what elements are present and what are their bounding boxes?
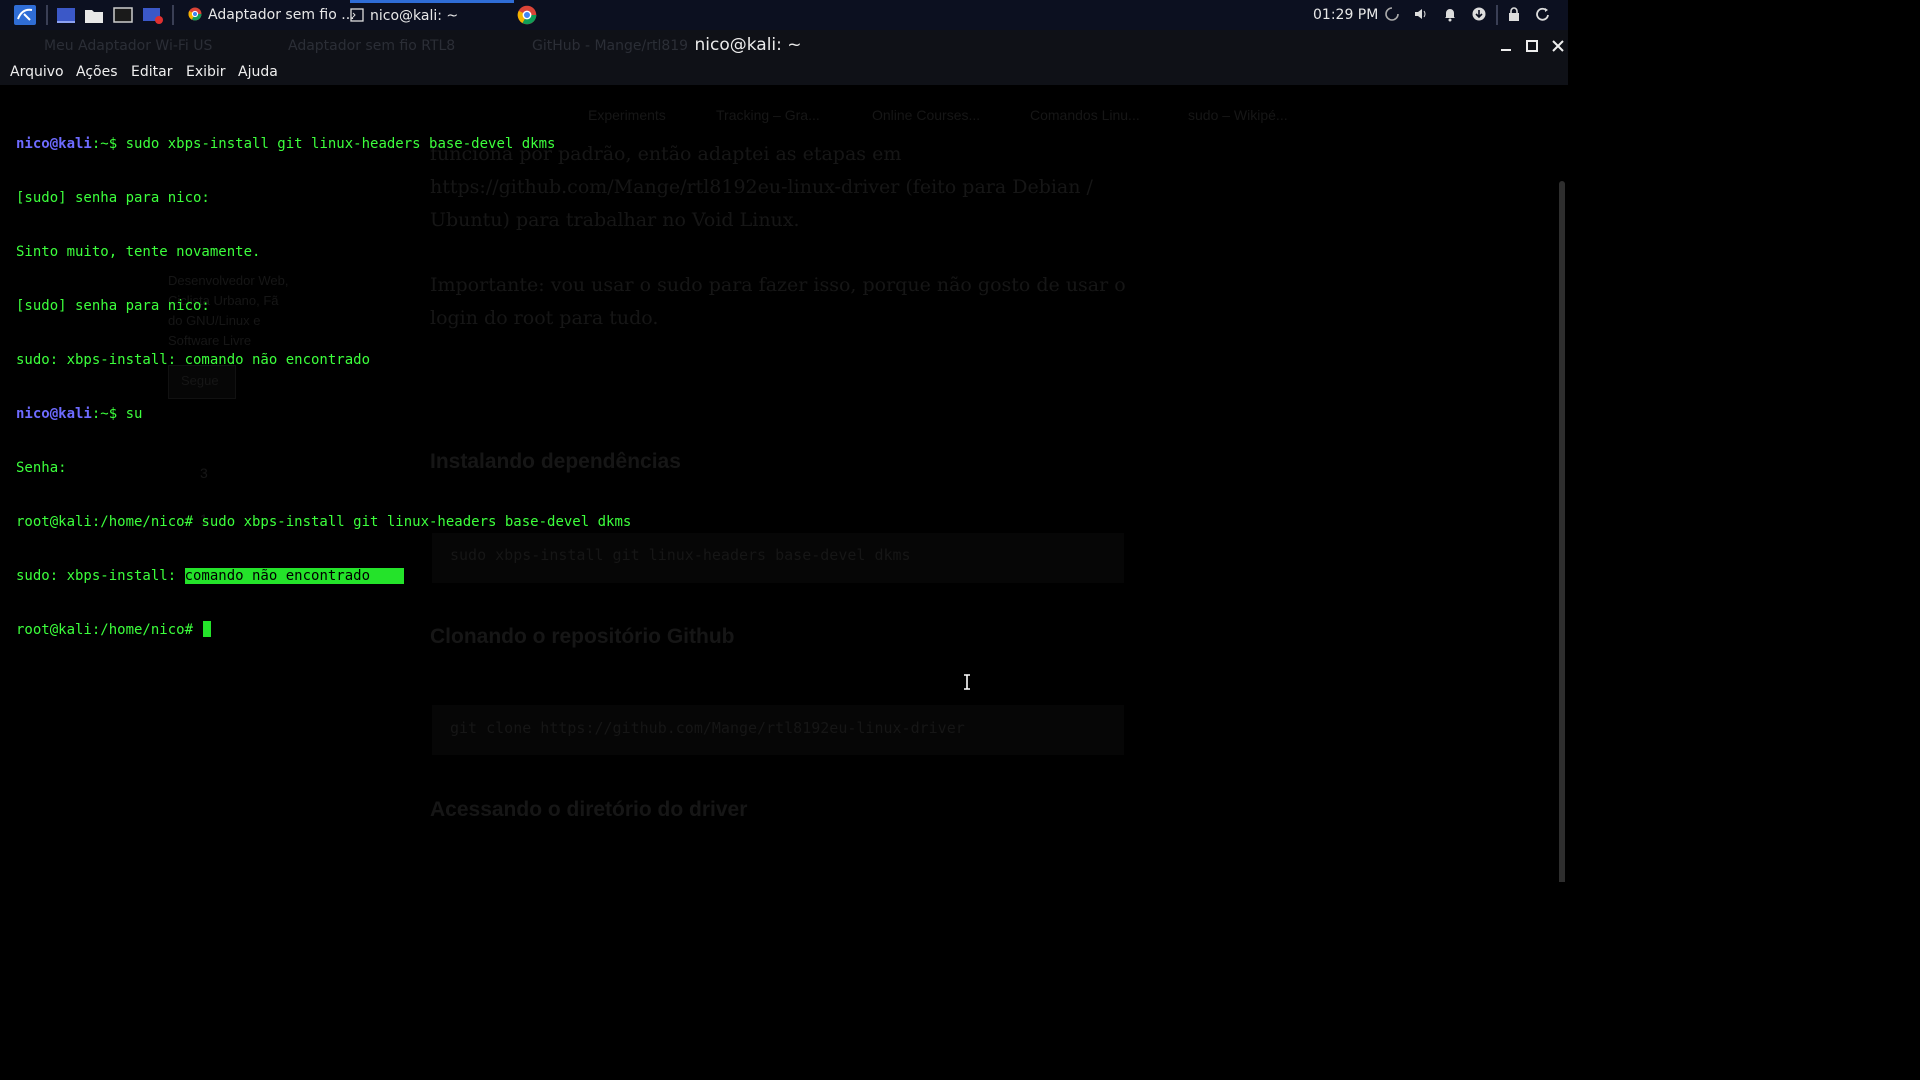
lock-icon[interactable] [1506,6,1522,22]
taskbar-task-terminal[interactable]: nico@kali: ~ [350,0,514,33]
terminal-line: root@kali:/home/nico# sudo xbps-install … [16,514,632,530]
maximize-icon[interactable] [1524,38,1540,54]
ibeam-cursor-icon [964,674,970,690]
bell-icon[interactable] [1442,6,1458,22]
terminal-line: nico@kali:~$ su [16,406,143,422]
terminal-output[interactable]: nico@kali:~$ sudo xbps-install git linux… [16,99,631,675]
clock[interactable]: 01:29 PM [1313,0,1378,30]
taskbar-separator [1496,5,1498,25]
screenshot-icon[interactable] [142,5,164,25]
chrome-icon[interactable] [517,5,537,25]
taskbar-task-label: Adaptador sem fio ... [208,7,355,23]
menubar: Arquivo Ações Editar Exibir Ajuda [0,63,1568,85]
terminal-icon [350,8,364,22]
desktop-icon[interactable] [56,5,76,25]
download-icon[interactable] [1471,6,1487,22]
taskbar-task-label: nico@kali: ~ [370,8,459,24]
terminal-line: nico@kali:~$ sudo xbps-install git linux… [16,136,556,152]
file-manager-icon[interactable] [84,5,104,25]
scrollbar[interactable] [1559,181,1565,882]
terminal-area[interactable]: Experiments Tracking – Gra... Online Cou… [0,85,1568,882]
menu-editar[interactable]: Editar [131,64,172,80]
menu-exibir[interactable]: Exibir [186,64,226,80]
code-block: git clone https://github.com/Mange/rtl81… [432,705,1124,755]
window-title: nico@kali: ~ [694,35,802,55]
bookmark: Online Courses... [872,107,981,123]
code-text: git clone https://github.com/Mange/rtl81… [450,719,965,737]
terminal-line: Senha: [16,460,67,476]
terminal-line: sudo: xbps-install: comando não encontra… [16,568,404,584]
spinner-icon [1385,7,1399,21]
terminal-line: sudo: xbps-install: comando não encontra… [16,352,371,368]
terminal-line: [sudo] senha para nico: [16,190,210,206]
text-cursor [203,621,212,637]
power-icon[interactable] [1535,6,1551,22]
selected-text[interactable]: comando não encontrado [184,568,404,584]
window-titlebar[interactable]: Meu Adaptador Wi-Fi US Adaptador sem fio… [0,30,1568,63]
kali-menu-icon[interactable] [14,5,36,25]
close-icon[interactable] [1550,38,1566,54]
menu-ajuda[interactable]: Ajuda [238,64,278,80]
minimize-icon[interactable] [1498,38,1514,54]
bookmark: Tracking – Gra... [716,107,820,123]
menu-arquivo[interactable]: Arquivo [10,64,64,80]
taskbar: Adaptador sem fio ... nico@kali: ~ 01:29… [0,0,1568,30]
menu-acoes[interactable]: Ações [76,64,118,80]
terminal-icon[interactable] [113,5,133,25]
terminal-line: Sinto muito, tente novamente. [16,244,261,260]
terminal-line: [sudo] senha para nico: [16,298,210,314]
taskbar-separator [172,5,174,25]
taskbar-separator [46,5,48,25]
volume-icon[interactable] [1413,6,1429,22]
terminal-line: root@kali:/home/nico# [16,621,631,639]
taskbar-task-browser[interactable]: Adaptador sem fio ... [188,0,355,30]
chrome-icon [188,7,202,21]
bookmark: sudo – Wikipé... [1188,107,1288,123]
article-heading: Acessando o diretório do driver [430,798,748,821]
bookmark: Comandos Linu... [1030,107,1140,123]
